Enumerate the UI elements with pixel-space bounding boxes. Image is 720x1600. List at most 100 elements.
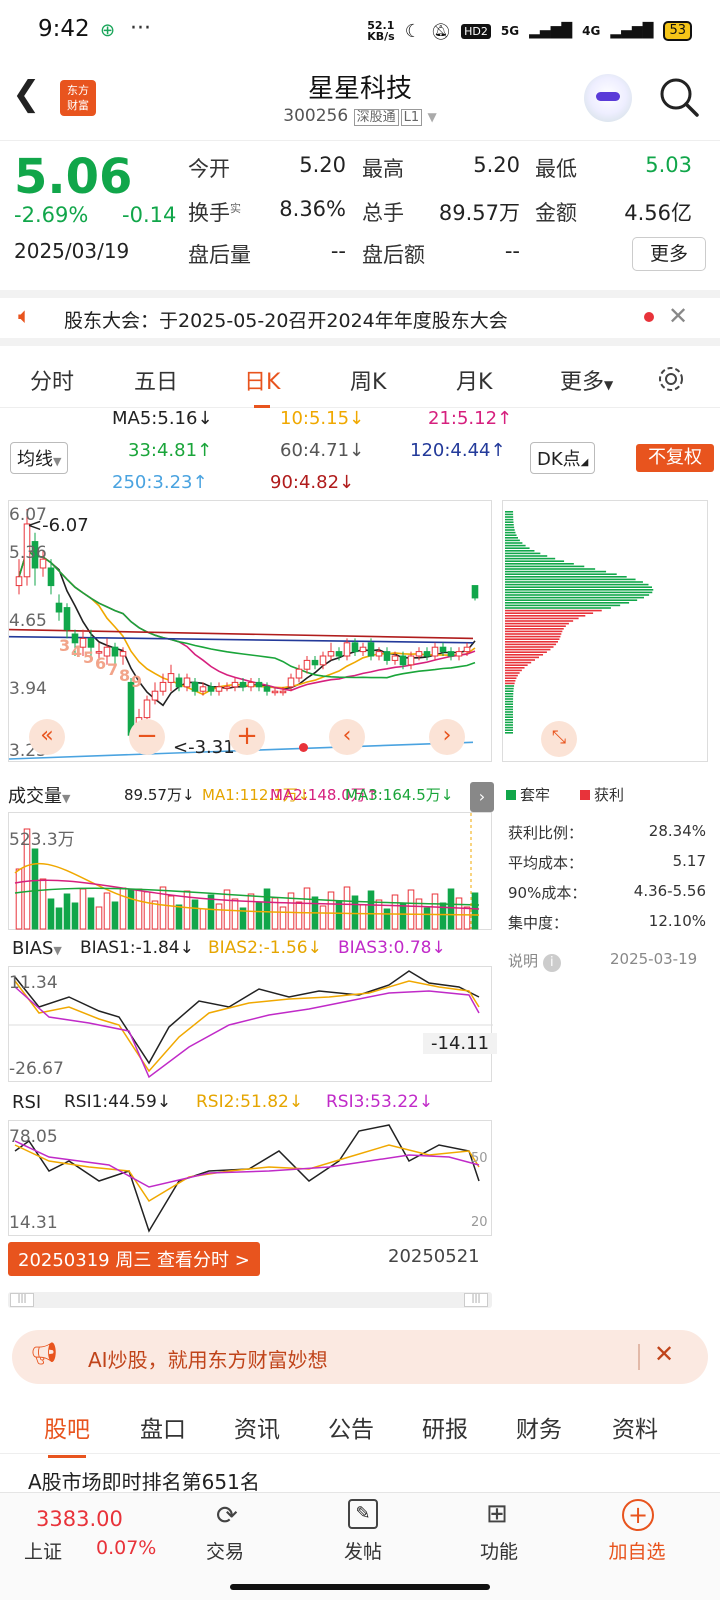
rsi2-label: RSI2:51.82↓ [196, 1092, 304, 1112]
chip-bar [505, 537, 518, 539]
close-notice-icon[interactable]: ✕ [668, 302, 688, 330]
volume-bar [15, 868, 23, 930]
rsi-svg [14, 1124, 480, 1233]
adjust-button[interactable]: 不复权 [636, 444, 714, 472]
expand-icon[interactable]: ⤡ [541, 721, 577, 757]
bias-top-label: 11.34 [9, 973, 58, 993]
candle [431, 646, 439, 657]
volume-bar [303, 887, 311, 930]
exchange-badge: 深股通 [353, 109, 399, 126]
tab-weekly-k[interactable]: 周K [350, 364, 386, 396]
volume-bar [167, 895, 175, 930]
volume-bar [31, 848, 39, 930]
volume-bar [71, 902, 79, 930]
range-left-handle[interactable]: ||| [10, 1293, 34, 1307]
home-indicator [230, 1584, 490, 1590]
nav-function[interactable]: 功能 [454, 1537, 544, 1564]
candle [175, 677, 183, 688]
chip-bar [505, 534, 517, 536]
chip-bar [505, 708, 514, 711]
expand-panel-icon[interactable]: › [470, 782, 494, 812]
tab-monthly-k[interactable]: 月K [456, 364, 492, 396]
chip-bar [505, 531, 516, 534]
app-notify-icon: ⊕ [100, 20, 116, 41]
tab-pankou[interactable]: 盘口 [140, 1410, 186, 1444]
volume-bar [447, 888, 455, 930]
rsi-label[interactable]: RSI [12, 1092, 41, 1113]
tab-finance[interactable]: 财务 [516, 1410, 562, 1444]
dropdown-icon: ▼ [427, 110, 437, 124]
min-price-marker: <-3.31 [173, 737, 235, 758]
rank-text[interactable]: A股市场即时排名第651名 [28, 1466, 260, 1495]
more-quote-button[interactable]: 更多 [632, 237, 706, 271]
zoom-out-icon[interactable]: − [129, 719, 165, 755]
ma90-label: 90:4.82↓ [270, 472, 355, 493]
candle [279, 690, 287, 694]
candle [367, 642, 375, 657]
after-volume-label: 盘后量 [188, 243, 251, 267]
low-value: 5.03 [645, 153, 692, 177]
chip-bar [505, 557, 556, 560]
tab-five-day[interactable]: 五日 [134, 364, 178, 396]
chip-bar [505, 550, 535, 552]
tab-research[interactable]: 研报 [422, 1410, 468, 1444]
volume-bar [319, 905, 327, 930]
chip-note-link[interactable]: 说明 i [508, 950, 561, 972]
notice-bar[interactable]: 🔈︎ 股东大会：于2025-05-20召开2024年年度股东大会 ✕ [0, 290, 720, 346]
chip-bar [505, 622, 569, 625]
high-label: 最高 [362, 157, 404, 181]
step-left-icon[interactable]: ‹ [329, 719, 365, 755]
view-intraday-button[interactable]: 20250319 周三 查看分时 > [8, 1242, 260, 1276]
ai-ad-banner[interactable]: 📢︎ AI炒股，就用东方财富妙想 ✕ [12, 1330, 708, 1384]
stock-code: 300256 [283, 106, 349, 126]
volume-dropdown-icon: ▼ [62, 792, 71, 805]
chip-bar [505, 542, 523, 544]
nav-add-watchlist[interactable]: 加自选 [592, 1537, 682, 1564]
net-speed: 52.1 KB/s [367, 19, 395, 43]
close-ad-icon[interactable]: ✕ [654, 1340, 674, 1368]
range-scrollbar[interactable]: ||| ||| [8, 1292, 492, 1308]
volume-bar [359, 904, 367, 930]
event-dot[interactable] [299, 743, 308, 752]
tab-news[interactable]: 资讯 [234, 1410, 280, 1444]
bias1-line [14, 970, 480, 1065]
chip-bar [505, 687, 514, 690]
step-right-icon[interactable]: › [429, 719, 465, 755]
tab-more[interactable]: 更多▼ [560, 364, 613, 396]
volume-indicator-select[interactable]: 成交量▼ [8, 782, 71, 808]
tab-profile[interactable]: 资料 [612, 1410, 658, 1444]
tab-announcements[interactable]: 公告 [328, 1410, 374, 1444]
chip-distribution-chart[interactable]: ⤡ [502, 500, 708, 762]
tab-guba[interactable]: 股吧 [44, 1410, 90, 1458]
volume-bar [455, 897, 463, 930]
settings-gear-icon[interactable] [656, 364, 686, 394]
volume-bar [463, 906, 471, 930]
volume-value: 89.57万 [438, 201, 520, 225]
volume-bar [231, 898, 239, 930]
notice-text: 股东大会：于2025-05-20召开2024年年度股东大会 [64, 310, 508, 332]
candle [183, 677, 191, 688]
bias-indicator-select[interactable]: BIAS▼ [12, 938, 62, 959]
range-right-handle[interactable]: ||| [464, 1293, 488, 1307]
ai-assistant-icon[interactable] [584, 74, 632, 122]
scroll-left-icon[interactable]: « [29, 719, 65, 755]
tab-intraday[interactable]: 分时 [30, 364, 74, 396]
nav-post[interactable]: 发帖 [318, 1537, 408, 1564]
search-icon[interactable] [656, 74, 702, 120]
chip-bar [505, 711, 514, 713]
tab-daily-k[interactable]: 日K [244, 364, 280, 408]
volume-bar [191, 899, 199, 930]
chip-bar [505, 706, 514, 708]
amount-label: 金额 [535, 201, 577, 225]
chip-bar [505, 555, 548, 557]
nav-trade[interactable]: 交易 [180, 1537, 270, 1564]
index-value[interactable]: 3383.00 [36, 1507, 123, 1531]
kline-chart[interactable]: 3456789 6.07 <-6.07 5.36 4.65 3.94 3.23 … [8, 500, 492, 762]
indicator-select[interactable]: 均线▼ [10, 442, 69, 474]
dk-point-button[interactable]: DK点◢ [530, 442, 596, 474]
bias-current-label: -14.11 [423, 1033, 498, 1054]
candle [159, 681, 167, 692]
bias3-line [14, 986, 480, 1079]
zoom-in-icon[interactable]: + [229, 719, 265, 755]
volume-bar [391, 894, 399, 930]
